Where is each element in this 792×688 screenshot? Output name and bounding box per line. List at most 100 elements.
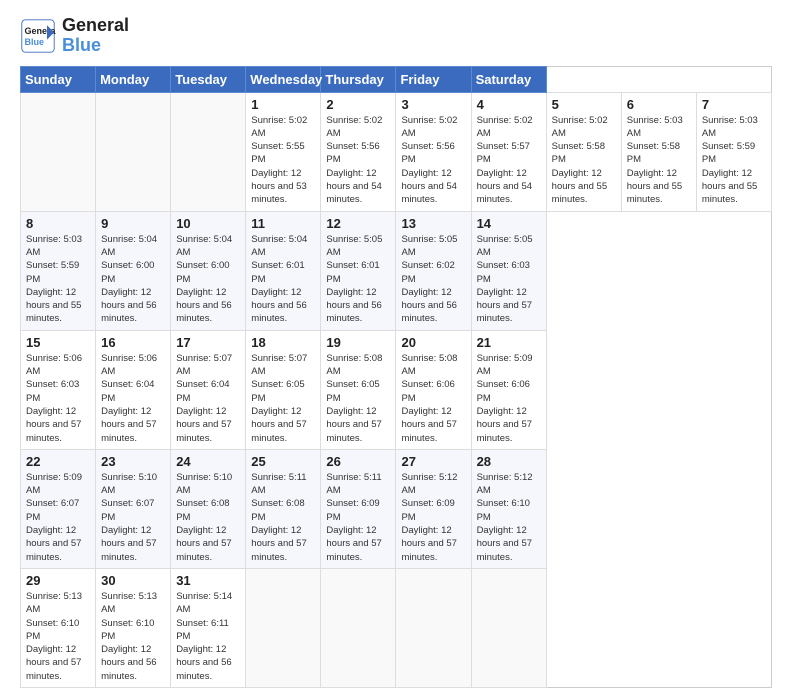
day-info: Sunrise: 5:02 AMSunset: 5:57 PMDaylight:… xyxy=(477,115,533,206)
calendar-cell: 10 Sunrise: 5:04 AMSunset: 6:00 PMDaylig… xyxy=(171,211,246,330)
weekday-header-friday: Friday xyxy=(396,66,471,92)
day-number: 12 xyxy=(326,216,390,231)
calendar-cell: 31 Sunrise: 5:14 AMSunset: 6:11 PMDaylig… xyxy=(171,568,246,687)
day-info: Sunrise: 5:06 AMSunset: 6:03 PMDaylight:… xyxy=(26,353,82,444)
calendar-cell xyxy=(96,92,171,211)
calendar-cell xyxy=(246,568,321,687)
day-number: 25 xyxy=(251,454,315,469)
day-number: 2 xyxy=(326,97,390,112)
day-info: Sunrise: 5:08 AMSunset: 6:05 PMDaylight:… xyxy=(326,353,382,444)
calendar-cell xyxy=(471,568,546,687)
day-info: Sunrise: 5:11 AMSunset: 6:08 PMDaylight:… xyxy=(251,472,306,563)
day-info: Sunrise: 5:05 AMSunset: 6:03 PMDaylight:… xyxy=(477,234,533,325)
day-info: Sunrise: 5:03 AMSunset: 5:59 PMDaylight:… xyxy=(26,234,82,325)
day-info: Sunrise: 5:09 AMSunset: 6:06 PMDaylight:… xyxy=(477,353,533,444)
svg-text:Blue: Blue xyxy=(25,37,45,47)
day-info: Sunrise: 5:06 AMSunset: 6:04 PMDaylight:… xyxy=(101,353,157,444)
weekday-header-sunday: Sunday xyxy=(21,66,96,92)
logo: General Blue GeneralBlue xyxy=(20,16,129,56)
weekday-header-monday: Monday xyxy=(96,66,171,92)
day-number: 27 xyxy=(401,454,465,469)
day-number: 3 xyxy=(401,97,465,112)
day-number: 26 xyxy=(326,454,390,469)
day-info: Sunrise: 5:07 AMSunset: 6:05 PMDaylight:… xyxy=(251,353,307,444)
weekday-header-saturday: Saturday xyxy=(471,66,546,92)
calendar-cell: 13 Sunrise: 5:05 AMSunset: 6:02 PMDaylig… xyxy=(396,211,471,330)
day-info: Sunrise: 5:04 AMSunset: 6:00 PMDaylight:… xyxy=(101,234,157,325)
day-number: 10 xyxy=(176,216,240,231)
calendar-table: SundayMondayTuesdayWednesdayThursdayFrid… xyxy=(20,66,772,688)
calendar-cell: 5 Sunrise: 5:02 AMSunset: 5:58 PMDayligh… xyxy=(546,92,621,211)
calendar-cell: 17 Sunrise: 5:07 AMSunset: 6:04 PMDaylig… xyxy=(171,330,246,449)
calendar-cell: 14 Sunrise: 5:05 AMSunset: 6:03 PMDaylig… xyxy=(471,211,546,330)
day-number: 8 xyxy=(26,216,90,231)
calendar-cell: 24 Sunrise: 5:10 AMSunset: 6:08 PMDaylig… xyxy=(171,449,246,568)
day-number: 16 xyxy=(101,335,165,350)
day-info: Sunrise: 5:05 AMSunset: 6:02 PMDaylight:… xyxy=(401,234,457,325)
day-info: Sunrise: 5:13 AMSunset: 6:10 PMDaylight:… xyxy=(26,591,82,682)
day-info: Sunrise: 5:03 AMSunset: 5:59 PMDaylight:… xyxy=(702,115,758,206)
weekday-header-tuesday: Tuesday xyxy=(171,66,246,92)
calendar-cell: 3 Sunrise: 5:02 AMSunset: 5:56 PMDayligh… xyxy=(396,92,471,211)
day-info: Sunrise: 5:02 AMSunset: 5:55 PMDaylight:… xyxy=(251,115,307,206)
day-info: Sunrise: 5:04 AMSunset: 6:00 PMDaylight:… xyxy=(176,234,232,325)
day-number: 23 xyxy=(101,454,165,469)
calendar-cell: 25 Sunrise: 5:11 AMSunset: 6:08 PMDaylig… xyxy=(246,449,321,568)
day-number: 22 xyxy=(26,454,90,469)
calendar-cell xyxy=(171,92,246,211)
calendar-cell: 26 Sunrise: 5:11 AMSunset: 6:09 PMDaylig… xyxy=(321,449,396,568)
calendar-cell: 28 Sunrise: 5:12 AMSunset: 6:10 PMDaylig… xyxy=(471,449,546,568)
day-info: Sunrise: 5:10 AMSunset: 6:08 PMDaylight:… xyxy=(176,472,232,563)
day-info: Sunrise: 5:05 AMSunset: 6:01 PMDaylight:… xyxy=(326,234,382,325)
day-number: 18 xyxy=(251,335,315,350)
calendar-cell: 1 Sunrise: 5:02 AMSunset: 5:55 PMDayligh… xyxy=(246,92,321,211)
day-number: 19 xyxy=(326,335,390,350)
day-number: 30 xyxy=(101,573,165,588)
calendar-cell: 7 Sunrise: 5:03 AMSunset: 5:59 PMDayligh… xyxy=(696,92,771,211)
day-number: 4 xyxy=(477,97,541,112)
day-number: 17 xyxy=(176,335,240,350)
page: General Blue GeneralBlue SundayMondayTue… xyxy=(0,0,792,612)
calendar-cell: 23 Sunrise: 5:10 AMSunset: 6:07 PMDaylig… xyxy=(96,449,171,568)
day-info: Sunrise: 5:10 AMSunset: 6:07 PMDaylight:… xyxy=(101,472,157,563)
day-number: 1 xyxy=(251,97,315,112)
day-number: 11 xyxy=(251,216,315,231)
weekday-header-thursday: Thursday xyxy=(321,66,396,92)
calendar-cell: 2 Sunrise: 5:02 AMSunset: 5:56 PMDayligh… xyxy=(321,92,396,211)
calendar-cell: 9 Sunrise: 5:04 AMSunset: 6:00 PMDayligh… xyxy=(96,211,171,330)
calendar-cell: 22 Sunrise: 5:09 AMSunset: 6:07 PMDaylig… xyxy=(21,449,96,568)
day-info: Sunrise: 5:11 AMSunset: 6:09 PMDaylight:… xyxy=(326,472,381,563)
day-info: Sunrise: 5:02 AMSunset: 5:58 PMDaylight:… xyxy=(552,115,608,206)
calendar-cell: 4 Sunrise: 5:02 AMSunset: 5:57 PMDayligh… xyxy=(471,92,546,211)
day-number: 21 xyxy=(477,335,541,350)
day-number: 15 xyxy=(26,335,90,350)
day-info: Sunrise: 5:03 AMSunset: 5:58 PMDaylight:… xyxy=(627,115,683,206)
calendar-cell: 16 Sunrise: 5:06 AMSunset: 6:04 PMDaylig… xyxy=(96,330,171,449)
day-info: Sunrise: 5:12 AMSunset: 6:09 PMDaylight:… xyxy=(401,472,457,563)
calendar-cell: 6 Sunrise: 5:03 AMSunset: 5:58 PMDayligh… xyxy=(621,92,696,211)
weekday-header-wednesday: Wednesday xyxy=(246,66,321,92)
day-info: Sunrise: 5:08 AMSunset: 6:06 PMDaylight:… xyxy=(401,353,457,444)
day-number: 28 xyxy=(477,454,541,469)
day-info: Sunrise: 5:07 AMSunset: 6:04 PMDaylight:… xyxy=(176,353,232,444)
day-number: 14 xyxy=(477,216,541,231)
day-info: Sunrise: 5:09 AMSunset: 6:07 PMDaylight:… xyxy=(26,472,82,563)
day-info: Sunrise: 5:02 AMSunset: 5:56 PMDaylight:… xyxy=(401,115,457,206)
logo-text: GeneralBlue xyxy=(62,16,129,56)
day-info: Sunrise: 5:02 AMSunset: 5:56 PMDaylight:… xyxy=(326,115,382,206)
day-number: 29 xyxy=(26,573,90,588)
day-number: 31 xyxy=(176,573,240,588)
calendar-cell: 18 Sunrise: 5:07 AMSunset: 6:05 PMDaylig… xyxy=(246,330,321,449)
day-number: 9 xyxy=(101,216,165,231)
header: General Blue GeneralBlue xyxy=(20,16,772,56)
day-number: 6 xyxy=(627,97,691,112)
day-info: Sunrise: 5:04 AMSunset: 6:01 PMDaylight:… xyxy=(251,234,307,325)
calendar-cell: 8 Sunrise: 5:03 AMSunset: 5:59 PMDayligh… xyxy=(21,211,96,330)
day-info: Sunrise: 5:13 AMSunset: 6:10 PMDaylight:… xyxy=(101,591,157,682)
calendar-cell xyxy=(321,568,396,687)
calendar-cell: 15 Sunrise: 5:06 AMSunset: 6:03 PMDaylig… xyxy=(21,330,96,449)
calendar-cell: 20 Sunrise: 5:08 AMSunset: 6:06 PMDaylig… xyxy=(396,330,471,449)
day-number: 20 xyxy=(401,335,465,350)
calendar-cell: 30 Sunrise: 5:13 AMSunset: 6:10 PMDaylig… xyxy=(96,568,171,687)
calendar-cell: 29 Sunrise: 5:13 AMSunset: 6:10 PMDaylig… xyxy=(21,568,96,687)
